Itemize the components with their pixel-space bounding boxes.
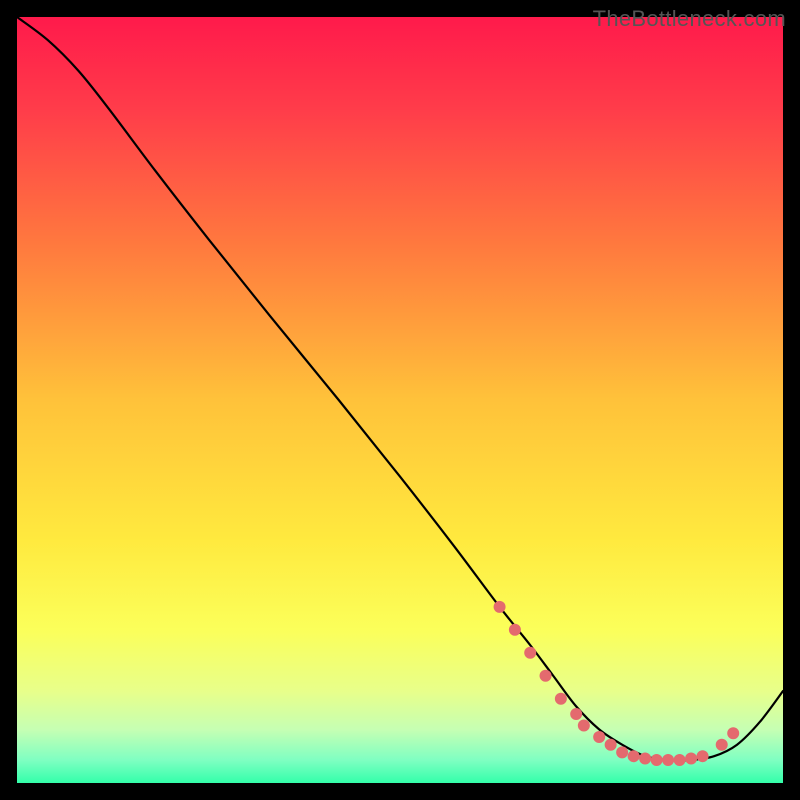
marker-dot [593, 731, 605, 743]
marker-dot [605, 739, 617, 751]
marker-dot [540, 670, 552, 682]
marker-dot [628, 750, 640, 762]
marker-dot [555, 693, 567, 705]
chart-svg [17, 17, 783, 783]
chart-frame: TheBottleneck.com [0, 0, 800, 800]
marker-dot [524, 647, 536, 659]
marker-dot [697, 750, 709, 762]
plot-area [17, 17, 783, 783]
marker-dot [674, 754, 686, 766]
marker-dot [639, 752, 651, 764]
marker-dot [616, 746, 628, 758]
marker-dot [651, 754, 663, 766]
marker-dot [727, 727, 739, 739]
marker-dot [716, 739, 728, 751]
marker-dot [578, 720, 590, 732]
marker-dot [494, 601, 506, 613]
marker-dot [685, 752, 697, 764]
marker-dot [662, 754, 674, 766]
marker-dot [570, 708, 582, 720]
marker-dot [509, 624, 521, 636]
watermark-text: TheBottleneck.com [593, 6, 786, 32]
gradient-background [17, 17, 783, 783]
